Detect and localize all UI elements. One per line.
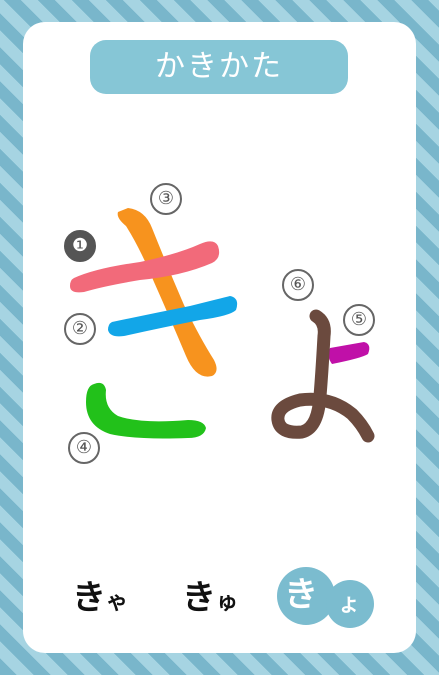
combo-kyu-small: ゅ <box>216 590 239 615</box>
stroke-4 <box>86 382 206 439</box>
combo-kyu-main: き <box>182 578 216 618</box>
stroke-5 <box>328 342 370 364</box>
stroke-number-2: ② <box>64 313 96 345</box>
combo-kyo-small: ょ <box>338 592 361 617</box>
stroke-number-6: ⑥ <box>282 269 314 301</box>
combo-kya-main: き <box>72 578 106 618</box>
combo-kyo-main: き <box>284 575 318 615</box>
stroke-3 <box>117 208 217 377</box>
stroke-number-4: ④ <box>68 432 100 464</box>
card-frame: かきかた ❶ ② ③ ④ ⑤ ⑥ きゃ きゅ き ょ <box>0 0 439 675</box>
stroke-number-1: ❶ <box>64 230 96 262</box>
combo-kyu: きゅ <box>182 578 238 623</box>
stroke-number-3: ③ <box>150 183 182 215</box>
combo-kya-small: ゃ <box>106 590 129 615</box>
stroke-number-5: ⑤ <box>343 304 375 336</box>
combo-kya: きゃ <box>72 578 128 623</box>
